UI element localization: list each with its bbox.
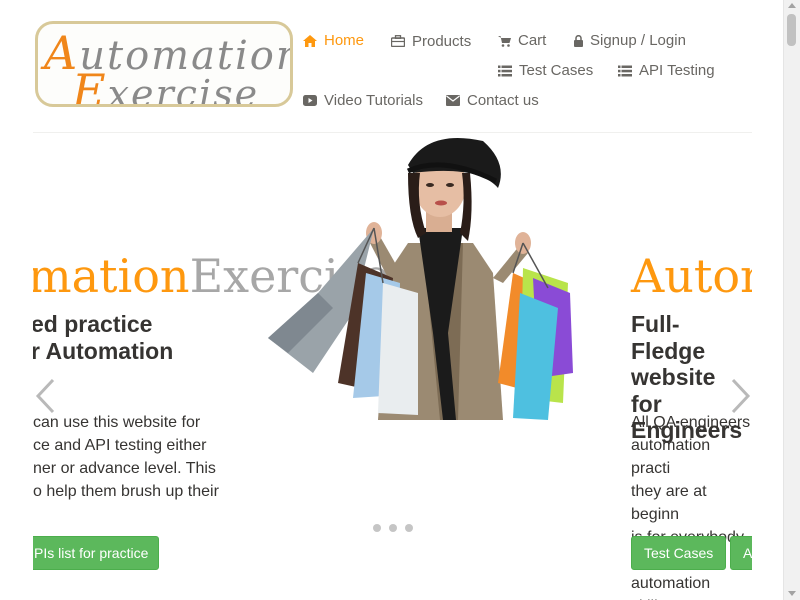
right-slide-title: Autom	[631, 249, 752, 303]
nav-signup[interactable]: Signup / Login	[574, 32, 686, 49]
cart-icon	[498, 35, 511, 47]
apis-list-button-right-label: A	[743, 545, 752, 561]
logo-cap-e: E	[72, 64, 108, 107]
right-slide-title-accent: Autom	[631, 249, 752, 303]
left-slide-title-accent: mation	[33, 249, 190, 303]
nav-api-testing[interactable]: API Testing	[618, 62, 715, 79]
right-slide-desc-line: automation practi	[631, 437, 711, 477]
scroll-up-arrow-icon[interactable]	[788, 3, 796, 8]
left-slide-desc-line: o help them brush up their	[33, 483, 219, 500]
briefcase-icon	[391, 34, 405, 47]
home-icon	[303, 34, 317, 47]
nav-contact-us[interactable]: Contact us	[446, 92, 539, 109]
nav-signup-label: Signup / Login	[590, 32, 686, 49]
right-slide-description: All QA engineers automation practi they …	[631, 411, 752, 600]
scrollbar-thumb[interactable]	[787, 14, 796, 46]
nav-test-cases[interactable]: Test Cases	[498, 62, 593, 79]
slider-indicator[interactable]	[373, 524, 381, 532]
left-slide-description: can use this website for ce and API test…	[33, 411, 219, 503]
list-icon	[498, 65, 512, 76]
nav-cart[interactable]: Cart	[498, 32, 546, 49]
apis-list-button-right[interactable]: A	[730, 536, 752, 570]
left-slide-desc-line: ner or advance level. This	[33, 460, 216, 477]
right-slide-desc-line: automation skills.	[631, 575, 711, 600]
vertical-scrollbar[interactable]	[783, 0, 800, 600]
nav-products-label: Products	[412, 33, 472, 50]
logo-text-2: xercise	[107, 72, 260, 107]
test-cases-button-label: Test Cases	[644, 545, 714, 561]
left-slide-desc-line: can use this website for	[33, 414, 201, 431]
left-slide-subtitle-line: r Automation	[33, 337, 174, 364]
nav-home-label: Home	[324, 32, 365, 49]
logo-line-2: Exercise	[72, 64, 260, 107]
hero-slider: mationExercise ed practice r Automation …	[33, 133, 752, 600]
hero-girl-image	[268, 138, 573, 420]
nav-home[interactable]: Home	[303, 32, 364, 49]
chevron-left-icon[interactable]	[33, 377, 57, 415]
right-slide-desc-line: they are at beginn	[631, 483, 707, 523]
slider-indicators	[373, 524, 413, 532]
left-slide-subtitle-line: ed practice	[33, 311, 153, 337]
nav-test-cases-label: Test Cases	[519, 62, 594, 79]
envelope-icon	[446, 95, 460, 106]
nav-cart-label: Cart	[518, 32, 547, 49]
youtube-play-icon	[303, 95, 317, 106]
test-cases-button[interactable]: Test Cases	[631, 536, 726, 570]
site-logo[interactable]: Automation Exercise	[35, 21, 293, 107]
list-icon	[618, 65, 632, 76]
slider-indicator[interactable]	[389, 524, 397, 532]
nav-video-tutorials[interactable]: Video Tutorials	[303, 92, 423, 109]
right-slide-subtitle-line: Full-Fledge	[631, 311, 706, 364]
apis-list-button[interactable]: PIs list for practice	[33, 536, 159, 570]
nav-api-testing-label: API Testing	[639, 62, 715, 79]
slider-indicator[interactable]	[405, 524, 413, 532]
apis-list-button-label: PIs list for practice	[34, 545, 149, 561]
left-slide-subtitle: ed practice r Automation	[33, 311, 173, 364]
nav-contact-us-label: Contact us	[467, 92, 539, 109]
chevron-right-icon[interactable]	[729, 377, 752, 415]
left-slide-desc-line: ce and API testing either	[33, 437, 207, 454]
nav-products[interactable]: Products	[391, 32, 472, 50]
scroll-down-arrow-icon[interactable]	[788, 591, 796, 596]
lock-icon	[574, 34, 583, 47]
nav-video-tutorials-label: Video Tutorials	[324, 92, 423, 109]
